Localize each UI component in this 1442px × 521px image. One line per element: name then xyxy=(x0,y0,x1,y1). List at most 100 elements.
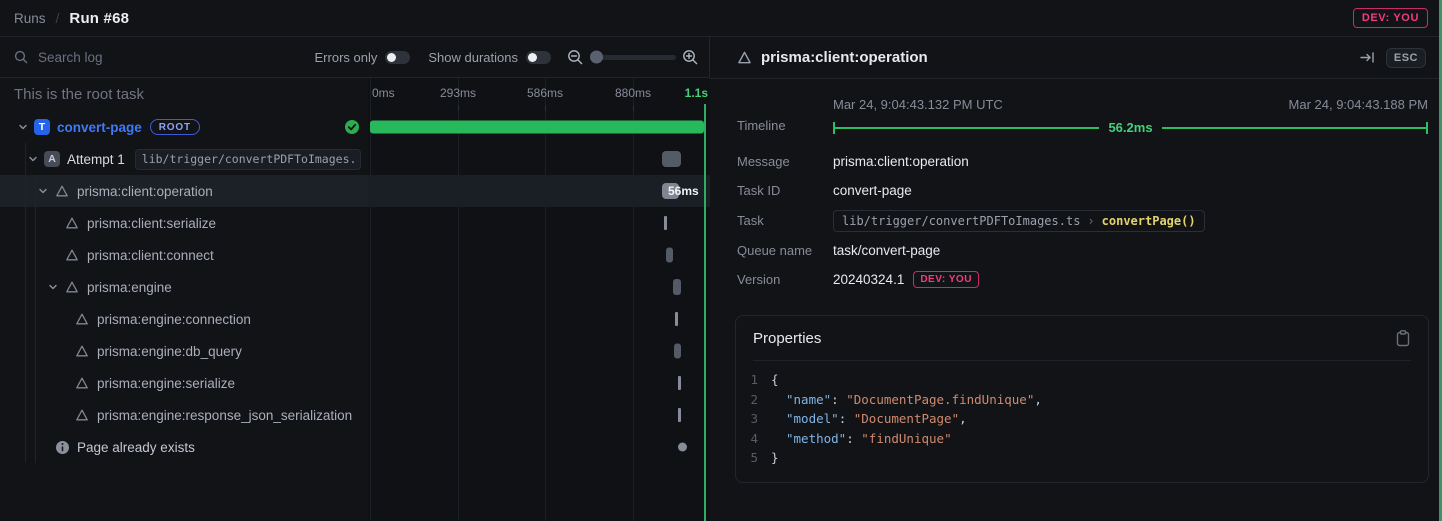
root-task-caption: This is the root task xyxy=(14,86,144,103)
tree-row-prisma-engine-serialize[interactable]: prisma:engine:serialize xyxy=(0,367,368,399)
collapse-panel-icon[interactable] xyxy=(1359,50,1376,65)
tree-row-page-already-exists[interactable]: Page already exists xyxy=(0,431,368,463)
show-durations-toggle[interactable] xyxy=(526,51,551,64)
inspector-title: prisma:client:operation xyxy=(761,49,928,66)
span-triangle-icon xyxy=(74,375,90,391)
task-file-path: lib/trigger/convertPDFToImages.ts xyxy=(842,214,1080,228)
span-triangle-icon xyxy=(74,311,90,327)
chevron-down-icon[interactable] xyxy=(26,152,40,166)
tick-label-end: 1.1s xyxy=(685,86,708,100)
esc-button[interactable]: ESC xyxy=(1386,48,1426,68)
code-line: 5 } xyxy=(749,448,1411,468)
timeline-lane-attempt-1 xyxy=(368,143,710,175)
copy-clipboard-icon[interactable] xyxy=(1395,329,1411,347)
field-label-message: Message xyxy=(737,147,833,176)
timeline-lane-prisma-engine-db-query xyxy=(368,335,710,367)
span-label: Attempt 1 xyxy=(67,152,125,167)
span-label: convert-page xyxy=(57,120,142,135)
span-triangle-icon xyxy=(54,183,70,199)
span-label: prisma:engine:connection xyxy=(97,312,251,327)
span-label: Page already exists xyxy=(77,440,195,455)
zoom-slider-knob[interactable] xyxy=(590,51,603,64)
timeline-bar-prisma-engine-serialize[interactable] xyxy=(678,376,681,390)
search-icon xyxy=(14,50,28,64)
breadcrumb-runs[interactable]: Runs xyxy=(14,11,46,26)
span-triangle-icon xyxy=(64,215,80,231)
show-durations-toggle-group: Show durations xyxy=(428,50,551,65)
span-timeline-widget: Mar 24, 9:04:43.132 PM UTC Mar 24, 9:04:… xyxy=(833,97,1428,134)
properties-title: Properties xyxy=(753,330,821,347)
timeline-bar-prisma-engine-connection[interactable] xyxy=(675,312,678,326)
field-label-version: Version xyxy=(737,265,833,294)
breadcrumb-separator: / xyxy=(56,10,60,26)
timeline-bar-prisma-engine[interactable] xyxy=(673,279,681,295)
timeline-bar-prisma-engine-db-query[interactable] xyxy=(674,344,681,359)
field-value-message: prisma:client:operation xyxy=(833,147,1428,176)
run-tree-panel: Errors only Show durations This is the r… xyxy=(0,37,710,521)
info-icon xyxy=(54,439,70,455)
page-title: Run #68 xyxy=(69,10,129,27)
duration-label: 56ms xyxy=(668,184,699,198)
span-triangle-icon xyxy=(74,407,90,423)
chevron-down-icon[interactable] xyxy=(46,280,60,294)
timeline-lane-prisma-engine-connection xyxy=(368,303,710,335)
root-task-caption-row: This is the root task xyxy=(0,78,368,111)
tick-label: 0ms xyxy=(372,86,395,100)
code-line: 4 "method": "findUnique" xyxy=(749,429,1411,449)
attempt-icon: A xyxy=(44,151,60,167)
field-label-task-id: Task ID xyxy=(737,176,833,205)
code-line: 1 { xyxy=(749,370,1411,390)
timeline-bar-attempt-1[interactable] xyxy=(662,151,681,167)
timeline-dot-page-already-exists[interactable] xyxy=(678,443,687,452)
tree-row-convert-page[interactable]: T convert-page ROOT xyxy=(0,111,368,143)
timeline-bar-prisma-client-serialize[interactable] xyxy=(664,216,667,230)
span-label: prisma:client:connect xyxy=(87,248,214,263)
timeline-bar-prisma-engine-response-json-serialization[interactable] xyxy=(678,408,681,422)
task-icon: T xyxy=(34,119,50,135)
timeline-lane-prisma-engine-response-json-serialization xyxy=(368,399,710,431)
tree-row-attempt-1[interactable]: A Attempt 1 lib/trigger/convertPDFToImag… xyxy=(0,143,368,175)
span-duration-value: 56.2ms xyxy=(1099,120,1161,135)
top-bar: Runs / Run #68 DEV: YOU xyxy=(0,0,1442,37)
timeline-zoom-controls xyxy=(567,49,699,66)
timeline-bar-convert-page[interactable] xyxy=(370,121,704,134)
tree-indent-guide xyxy=(25,143,26,463)
span-label: prisma:client:operation xyxy=(77,184,213,199)
tree-row-prisma-engine[interactable]: prisma:engine xyxy=(0,271,368,303)
tree-row-prisma-engine-response-json-serialization[interactable]: prisma:engine:response_json_serializatio… xyxy=(0,399,368,431)
tree-row-prisma-client-operation[interactable]: prisma:client:operation xyxy=(0,175,368,207)
tick-label: 586ms xyxy=(527,86,563,100)
timeline-bar-prisma-client-connect[interactable] xyxy=(666,248,673,263)
field-value-version: 20240324.1 xyxy=(833,272,904,287)
span-label: prisma:engine:response_json_serializatio… xyxy=(97,408,352,423)
span-triangle-icon xyxy=(64,279,80,295)
tick-label: 293ms xyxy=(440,86,476,100)
field-label-task: Task xyxy=(737,205,833,236)
code-line: 3 "model": "DocumentPage", xyxy=(749,409,1411,429)
span-label: prisma:engine:db_query xyxy=(97,344,242,359)
chevron-down-icon[interactable] xyxy=(36,184,50,198)
tree-indent-guide xyxy=(35,175,36,463)
root-badge: ROOT xyxy=(150,119,200,135)
success-check-icon xyxy=(344,119,360,135)
zoom-out-icon[interactable] xyxy=(567,49,584,66)
log-toolbar: Errors only Show durations xyxy=(0,37,709,78)
tree-row-prisma-client-serialize[interactable]: prisma:client:serialize xyxy=(0,207,368,239)
tree-row-prisma-engine-connection[interactable]: prisma:engine:connection xyxy=(0,303,368,335)
version-env-badge: DEV: YOU xyxy=(913,271,979,288)
timeline-lane-prisma-client-operation: 56ms xyxy=(368,175,710,207)
tree-row-prisma-client-connect[interactable]: prisma:client:connect xyxy=(0,239,368,271)
search-input[interactable] xyxy=(36,49,236,66)
attempt-code-chip: lib/trigger/convertPDFToImages. xyxy=(135,149,361,170)
field-label-queue-name: Queue name xyxy=(737,236,833,265)
environment-badge: DEV: YOU xyxy=(1353,8,1428,28)
errors-only-toggle[interactable] xyxy=(385,51,410,64)
field-value-queue-name: task/convert-page xyxy=(833,236,1428,265)
span-triangle-icon xyxy=(737,50,752,65)
zoom-slider[interactable] xyxy=(590,55,676,60)
errors-only-toggle-group: Errors only xyxy=(315,50,411,65)
zoom-in-icon[interactable] xyxy=(682,49,699,66)
tree-row-prisma-engine-db-query[interactable]: prisma:engine:db_query xyxy=(0,335,368,367)
span-label: prisma:engine xyxy=(87,280,172,295)
chevron-down-icon[interactable] xyxy=(16,120,30,134)
